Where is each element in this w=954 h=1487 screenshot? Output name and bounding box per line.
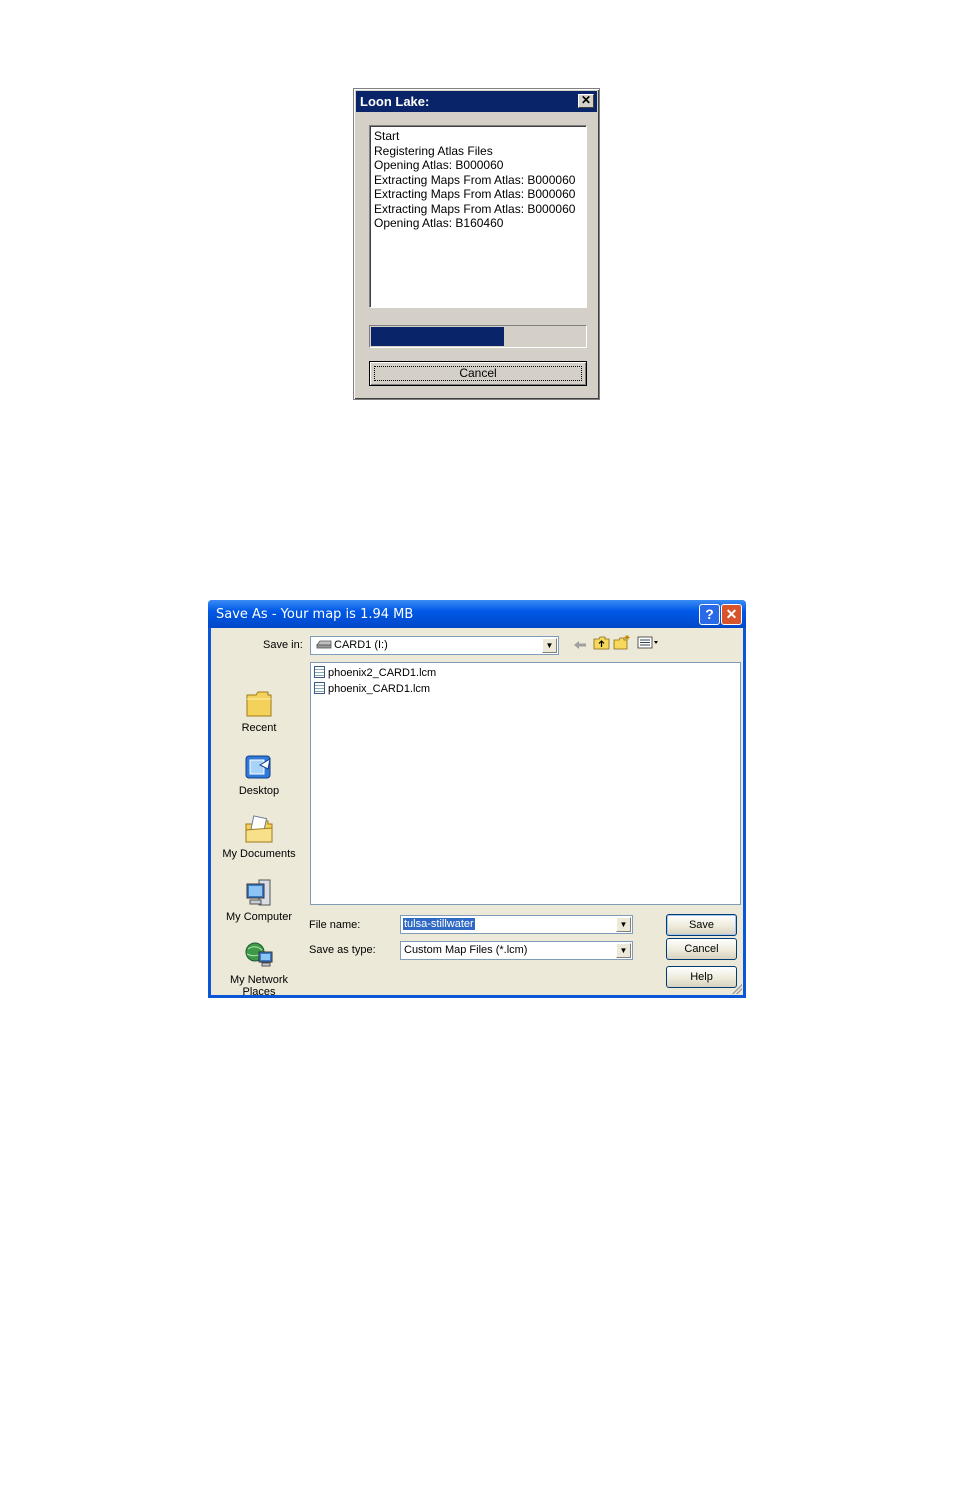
my-documents-icon [245,815,273,843]
log-line: Extracting Maps From Atlas: B000060 [374,172,576,187]
log-line: Registering Atlas Files [374,143,493,158]
log-line: Opening Atlas: B000060 [374,158,504,172]
my-computer-icon [246,879,271,906]
places-bar: Recent Desktop My Documents My Computer … [215,688,303,998]
file-name: phoenix2_CARD1.lcm [328,667,437,679]
progress-log: Start Registering Atlas Files Opening At… [369,125,587,308]
save-as-dialog: Save As - Your map is 1.94 MB ? ✕ Save i… [208,600,746,998]
recent-folder-icon [246,691,272,717]
log-line: Extracting Maps From Atlas: B000060 [374,187,576,201]
file-name: phoenix_CARD1.lcm [328,683,431,695]
save-as-titlebar[interactable]: Save As - Your map is 1.94 MB ? ✕ [208,600,746,628]
place-desktop[interactable]: Desktop [215,751,303,797]
back-icon[interactable] [571,638,589,654]
title-close-button[interactable]: ✕ [721,604,742,625]
file-icon [314,682,325,694]
help-button[interactable]: Help [666,966,737,988]
place-label: Desktop [238,785,280,797]
place-my-network-places[interactable]: My Network Places [215,940,303,998]
chevron-down-icon[interactable]: ▼ [616,917,631,932]
progress-titlebar[interactable]: Loon Lake: ✕ [356,91,597,112]
title-help-button[interactable]: ? [699,604,720,625]
up-folder-icon[interactable] [592,636,610,652]
progress-cancel-button[interactable]: Cancel [369,361,587,386]
close-icon: ✕ [725,606,738,622]
progress-dialog: Loon Lake: ✕ Start Registering Atlas Fil… [353,88,600,400]
file-list[interactable]: phoenix2_CARD1.lcm phoenix_CARD1.lcm [310,662,741,905]
progress-close-button[interactable]: ✕ [578,94,594,108]
place-label: My Documents [222,848,296,860]
file-icon [314,666,325,678]
cancel-button[interactable]: Cancel [666,938,737,960]
resize-grip[interactable] [732,984,742,994]
place-label: Recent [241,722,277,734]
save-type-label: Save as type: [309,944,376,956]
save-in-value: CARD1 (I:) [334,639,388,651]
log-line: Opening Atlas: B160460 [374,216,504,230]
place-my-computer[interactable]: My Computer [215,877,303,923]
chevron-down-icon[interactable]: ▼ [542,638,557,653]
list-item[interactable]: phoenix_CARD1.lcm [314,682,430,697]
save-in-combo[interactable]: CARD1 (I:) ▼ [310,636,559,655]
save-button[interactable]: Save [666,914,737,936]
file-name-value: tulsa-stillwater [403,918,475,930]
place-recent[interactable]: Recent [215,688,303,734]
save-as-title: Save As - Your map is 1.94 MB [216,607,414,622]
save-type-value: Custom Map Files (*.lcm) [404,944,528,956]
save-as-body: Save in: CARD1 (I:) ▼ Recent Desktop My … [211,628,743,998]
chevron-down-icon[interactable]: ▼ [616,943,631,958]
my-network-places-icon [245,942,273,967]
help-icon: ? [705,606,714,622]
list-item[interactable]: phoenix2_CARD1.lcm [314,666,436,681]
place-label: My Computer [225,911,293,923]
progress-title: Loon Lake: [360,94,430,109]
file-name-input[interactable]: tulsa-stillwater ▼ [400,915,633,934]
view-menu-icon[interactable] [636,636,660,652]
close-icon: ✕ [580,93,592,107]
place-label: My Network Places [229,974,289,998]
save-in-value-wrap: CARD1 (I:) [316,639,388,651]
log-line: Extracting Maps From Atlas: B000060 [374,201,576,216]
desktop-icon [245,755,271,779]
save-type-select[interactable]: Custom Map Files (*.lcm) ▼ [400,941,633,960]
focus-ring [374,366,582,381]
progress-bar-fill [371,327,504,346]
file-name-label: File name: [309,919,361,931]
save-in-label: Save in: [263,639,303,651]
drive-icon [316,640,332,649]
place-my-documents[interactable]: My Documents [215,814,303,860]
log-line: Start [374,129,400,143]
new-folder-icon[interactable] [613,635,631,651]
progress-bar [369,325,587,348]
